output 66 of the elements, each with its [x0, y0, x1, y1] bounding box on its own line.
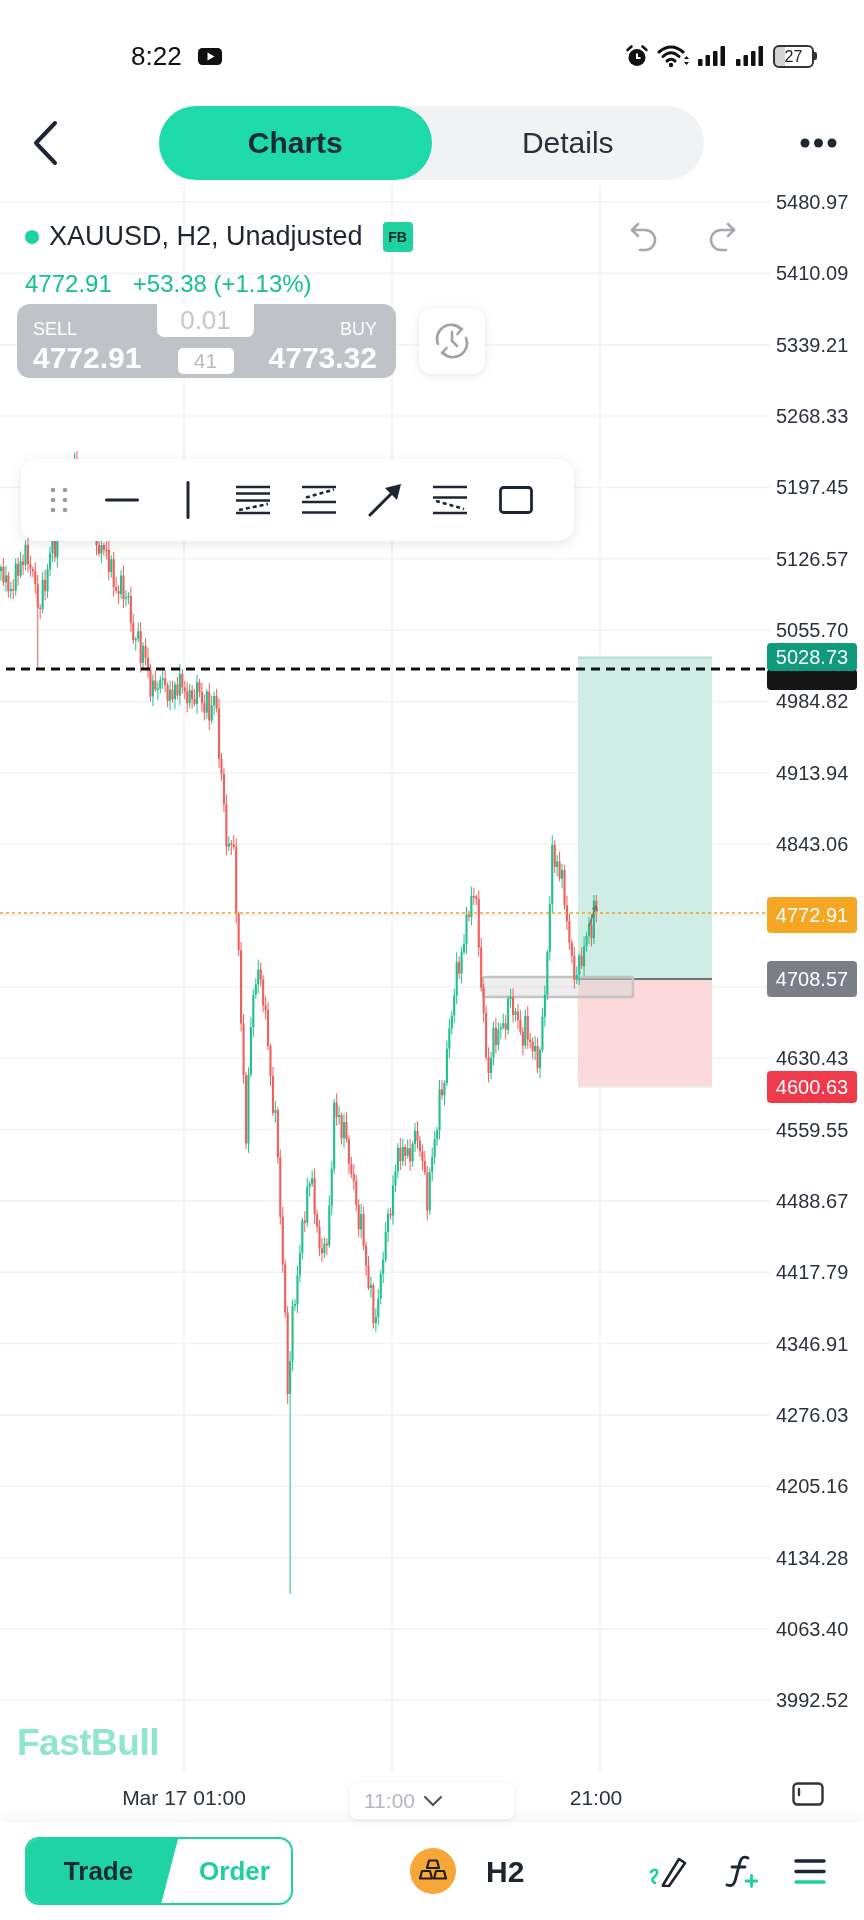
price-label: 4913.94	[776, 761, 849, 784]
price-label: 4134.28	[776, 1546, 849, 1569]
menu-icon[interactable]	[794, 1857, 826, 1885]
tab[interactable]: Charts	[159, 105, 432, 180]
drawn-arrow	[588, 904, 599, 927]
function-icon[interactable]	[724, 1854, 758, 1888]
falling-channel-icon[interactable]	[432, 485, 469, 515]
price-label: 5197.45	[776, 476, 849, 499]
mode-tab[interactable]: Order	[178, 1839, 291, 1903]
price-label: 3992.52	[776, 1689, 849, 1712]
time-label: 21:00	[569, 1786, 623, 1810]
price-label: 4346.91	[776, 1332, 849, 1355]
price-label: 4417.79	[776, 1261, 849, 1284]
tab[interactable]: Details	[431, 105, 704, 180]
rectangle-icon[interactable]	[498, 486, 533, 514]
vertical-line-icon[interactable]	[185, 481, 190, 519]
lot-size-field[interactable]: 0.01	[157, 304, 254, 337]
price-tag: 4772.91	[767, 897, 857, 933]
price-label: 5480.97	[776, 191, 849, 213]
time-dropdown[interactable]: 11:00	[350, 1783, 514, 1819]
signal-icon	[697, 45, 727, 67]
instrument-title: XAUUSD, H2, Unadjusted	[49, 222, 363, 252]
source-badge: FB	[382, 222, 413, 252]
pencil-icon[interactable]	[648, 1855, 688, 1887]
price-change: +53.38 (+1.13%)	[132, 271, 312, 298]
price-label: 5055.70	[776, 619, 849, 642]
price-label: 4630.43	[776, 1047, 849, 1070]
spread-value: 41	[177, 348, 234, 374]
dashed-channel-icon[interactable]	[300, 485, 337, 515]
price-label: 4488.67	[776, 1189, 849, 1212]
horizontal-line-icon[interactable]	[104, 498, 139, 502]
price-label: 5268.33	[776, 405, 849, 427]
alarm-clock-icon	[625, 44, 649, 68]
chart-logo: FastBull	[17, 1724, 159, 1761]
sell-button[interactable]: SELL 4772.91	[17, 304, 157, 378]
status-dot-icon	[25, 230, 39, 244]
battery-indicator: 27	[773, 44, 817, 68]
panel-icon[interactable]	[792, 1782, 824, 1806]
buy-button[interactable]: BUY 4773.32	[254, 304, 396, 378]
timeframe-selector[interactable]: H2	[486, 1848, 525, 1894]
video-app-icon	[197, 47, 222, 65]
price-label: 5410.09	[776, 262, 849, 285]
price-label: 4984.82	[776, 690, 849, 713]
signal-icon	[735, 45, 765, 67]
mode-tab[interactable]: Trade	[27, 1839, 178, 1903]
channel-lines-icon[interactable]	[235, 485, 272, 515]
price-label: 4205.16	[776, 1475, 849, 1498]
arrow-icon[interactable]	[367, 483, 402, 517]
chevron-down-icon	[423, 1795, 443, 1807]
price-label: 4559.55	[776, 1118, 849, 1141]
more-icon[interactable]	[800, 137, 837, 148]
price-label: 4843.06	[776, 833, 849, 856]
price-label: 4063.40	[776, 1618, 849, 1640]
ingot-stack-icon[interactable]	[410, 1848, 456, 1894]
last-price: 4772.91	[25, 271, 112, 298]
price-tag: 5028.73	[767, 643, 857, 671]
time-label: Mar 17 01:00	[122, 1786, 246, 1810]
clock-time: 8:22	[131, 43, 182, 69]
drag-handle-icon[interactable]	[48, 486, 69, 514]
price-label: 5339.21	[776, 333, 849, 356]
price-label: 4276.03	[776, 1403, 849, 1426]
wifi-icon	[657, 44, 689, 68]
price-tag: 4708.57	[767, 961, 857, 997]
price-label: 5126.57	[776, 547, 849, 570]
price-tag: 4600.63	[767, 1071, 857, 1103]
back-icon[interactable]	[32, 119, 58, 166]
